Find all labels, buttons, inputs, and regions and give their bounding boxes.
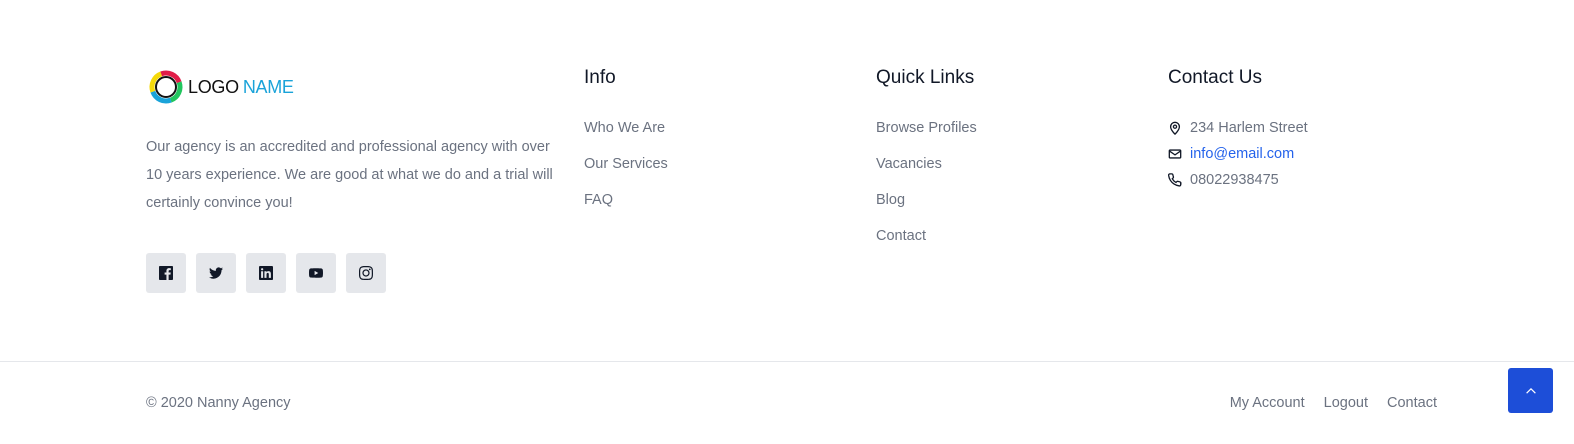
instagram-icon — [359, 266, 373, 280]
quick-link-vacancies[interactable]: Vacancies — [876, 154, 977, 174]
scroll-to-top-button[interactable] — [1508, 368, 1553, 413]
logo-word-1: LOGO — [188, 76, 239, 97]
quick-links-list: Browse Profiles Vacancies Blog Contact — [876, 118, 977, 246]
bottom-link-logout[interactable]: Logout — [1324, 393, 1368, 413]
quick-links-column: Quick Links Browse Profiles Vacancies Bl… — [876, 66, 977, 262]
footer-bottom-bar: © 2020 Nanny Agency My Account Logout Co… — [0, 362, 1574, 444]
about-text: Our agency is an accredited and professi… — [146, 139, 553, 211]
info-links: Who We Are Our Services FAQ — [584, 118, 668, 210]
contact-email: info@email.com — [1168, 144, 1308, 164]
linkedin-icon — [259, 266, 273, 280]
copyright-text: © 2020 Nanny Agency — [146, 395, 291, 411]
contact-address: 234 Harlem Street — [1168, 118, 1308, 138]
map-pin-icon — [1169, 121, 1181, 135]
contact-phone-text: 08022938475 — [1190, 172, 1279, 188]
bottom-link-my-account[interactable]: My Account — [1230, 393, 1305, 413]
quick-link-contact[interactable]: Contact — [876, 226, 977, 246]
facebook-button[interactable] — [146, 253, 186, 293]
contact-heading: Contact Us — [1168, 67, 1262, 88]
info-link-who-we-are[interactable]: Who We Are — [584, 118, 668, 138]
quick-link-blog[interactable]: Blog — [876, 190, 977, 210]
bottom-links: My Account Logout Contact — [1230, 393, 1437, 413]
bottom-link-contact[interactable]: Contact — [1387, 393, 1437, 413]
youtube-icon — [309, 268, 323, 278]
quick-link-browse-profiles[interactable]: Browse Profiles — [876, 118, 977, 138]
youtube-button[interactable] — [296, 253, 336, 293]
info-column: Info Who We Are Our Services FAQ — [584, 66, 668, 226]
logo-ring-icon — [149, 70, 183, 104]
info-link-our-services[interactable]: Our Services — [584, 154, 668, 174]
info-link-faq[interactable]: FAQ — [584, 190, 668, 210]
contact-column: Contact Us 234 Harlem Street info@email.… — [1168, 66, 1308, 196]
logo-word-2: NAME — [242, 76, 294, 97]
logo-text: LOGO NAME — [188, 77, 294, 98]
mail-icon — [1168, 149, 1182, 159]
quick-links-heading: Quick Links — [876, 67, 975, 88]
phone-icon — [1168, 173, 1182, 187]
facebook-icon — [159, 266, 173, 280]
twitter-button[interactable] — [196, 253, 236, 293]
linkedin-button[interactable] — [246, 253, 286, 293]
social-links — [146, 253, 566, 293]
twitter-icon — [209, 267, 223, 279]
logo[interactable]: LOGO NAME — [146, 66, 566, 108]
footer-main: LOGO NAME Our agency is an accredited and… — [0, 0, 1574, 362]
contact-email-link[interactable]: info@email.com — [1190, 144, 1294, 164]
brand-column: LOGO NAME Our agency is an accredited and… — [146, 66, 566, 293]
instagram-button[interactable] — [346, 253, 386, 293]
info-heading: Info — [584, 67, 616, 88]
chevron-up-icon — [1525, 387, 1536, 394]
contact-list: 234 Harlem Street info@email.com 0802293… — [1168, 118, 1308, 190]
contact-address-text: 234 Harlem Street — [1190, 120, 1308, 136]
contact-phone: 08022938475 — [1168, 170, 1308, 190]
